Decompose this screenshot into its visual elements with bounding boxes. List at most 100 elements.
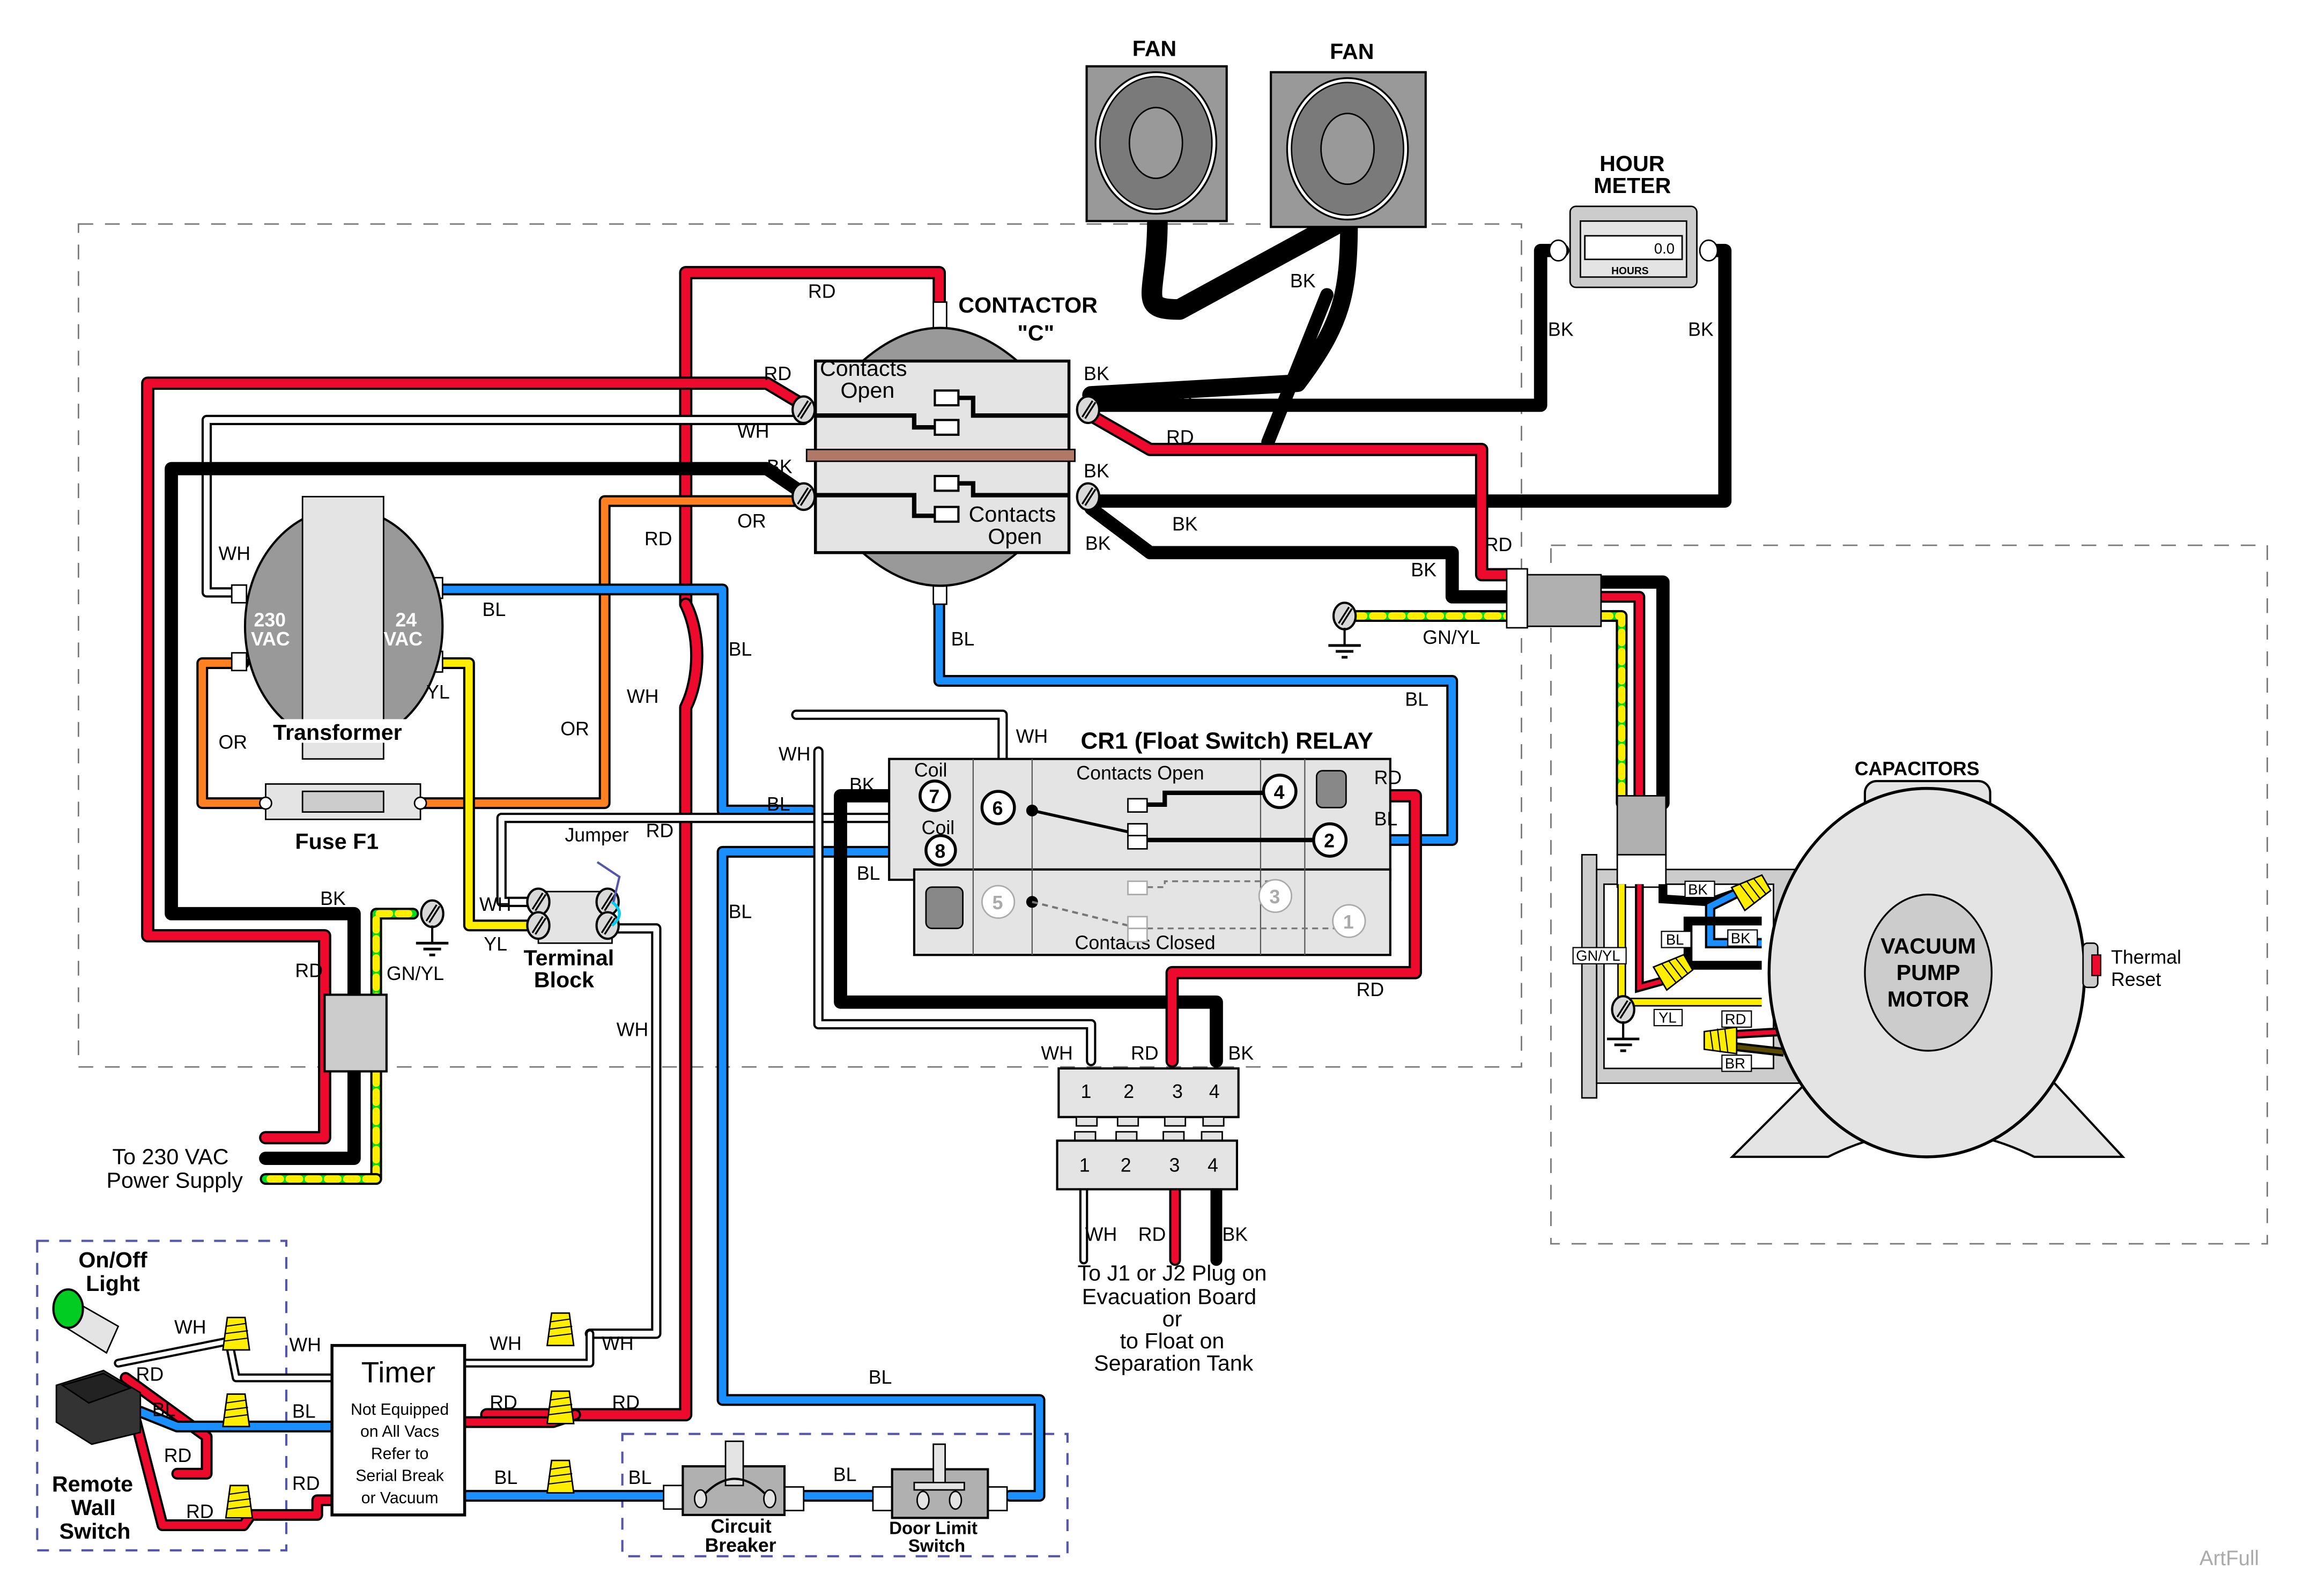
fan-1: FAN xyxy=(1085,36,1228,222)
svg-text:BK: BK xyxy=(1731,930,1751,946)
power-supply-label: To 230 VAC Power Supply xyxy=(107,1145,243,1193)
svg-text:Switch: Switch xyxy=(908,1536,965,1556)
svg-text:RD: RD xyxy=(295,960,323,981)
svg-text:BK: BK xyxy=(1172,514,1198,535)
transformer-secondary-2: VAC xyxy=(383,628,423,650)
svg-text:RD: RD xyxy=(1138,1224,1166,1245)
svg-text:RD: RD xyxy=(1485,534,1513,555)
svg-text:Remote: Remote xyxy=(52,1472,133,1496)
connector-top-pin-4: 4 xyxy=(1209,1081,1220,1102)
vacuum-pump-motor: VACUUM PUMP MOTOR CAPACITORS Thermal Res… xyxy=(1729,758,2181,1159)
svg-text:BL: BL xyxy=(729,901,752,923)
hour-meter-label-2: METER xyxy=(1594,173,1671,198)
svg-text:BL: BL xyxy=(483,599,506,620)
svg-text:Circuit: Circuit xyxy=(711,1516,772,1537)
svg-text:RD: RD xyxy=(1357,979,1384,1000)
relay-terminal-6: 6 xyxy=(980,790,1016,826)
svg-text:BK: BK xyxy=(1411,559,1436,581)
power-strain-relief xyxy=(323,993,388,1073)
motor-label-3: MOTOR xyxy=(1887,986,1969,1011)
wire-fan1-bk xyxy=(1142,211,1352,320)
motor-label-1: VACUUM xyxy=(1880,934,1976,959)
svg-text:BK: BK xyxy=(1548,319,1574,340)
svg-text:On/Off: On/Off xyxy=(78,1248,147,1272)
terminal-block: Jumper Terminal Block xyxy=(523,825,628,992)
svg-text:BL: BL xyxy=(1374,808,1398,829)
fan-1-label: FAN xyxy=(1132,36,1176,61)
svg-text:BL: BL xyxy=(767,793,790,815)
svg-text:WH: WH xyxy=(1041,1042,1073,1064)
svg-text:RD: RD xyxy=(1166,426,1194,448)
relay-cr1: CR1 (Float Switch) RELAY Coil Coil Conta… xyxy=(888,728,1391,956)
svg-text:OR: OR xyxy=(560,718,589,740)
hour-meter-unit: HOURS xyxy=(1611,265,1649,277)
svg-text:Serial Break: Serial Break xyxy=(356,1467,444,1485)
svg-text:Wall: Wall xyxy=(71,1495,116,1520)
svg-text:YL: YL xyxy=(426,681,450,703)
svg-text:2: 2 xyxy=(1324,830,1335,852)
svg-text:GN/YL: GN/YL xyxy=(387,963,444,984)
svg-text:WH: WH xyxy=(779,743,811,764)
svg-text:To J1 or J2 Plug on: To J1 or J2 Plug on xyxy=(1078,1261,1267,1286)
svg-text:WH: WH xyxy=(617,1019,649,1040)
fuse-label: Fuse F1 xyxy=(295,829,379,853)
wirenut-timer-bl xyxy=(546,1459,575,1494)
svg-text:RD: RD xyxy=(292,1473,320,1494)
hour-meter-label-1: HOUR xyxy=(1599,151,1664,176)
svg-text:8: 8 xyxy=(935,841,945,862)
svg-text:BL: BL xyxy=(152,1399,176,1421)
contactor-label-2: "C" xyxy=(1017,321,1054,345)
connector-bottom-pin-2: 2 xyxy=(1121,1154,1131,1176)
svg-text:RD: RD xyxy=(490,1392,517,1413)
motor-label-2: PUMP xyxy=(1897,960,1960,985)
transformer-secondary-1: 24 xyxy=(395,609,417,630)
svg-text:WH: WH xyxy=(1016,725,1048,747)
relay-contacts-open: Contacts Open xyxy=(1076,762,1204,784)
contactor-top-contacts-2: Open xyxy=(840,378,894,403)
terminal-block-label-2: Block xyxy=(534,968,594,992)
fan-2: FAN xyxy=(1270,39,1427,228)
connector-top-pin-1: 1 xyxy=(1081,1081,1092,1102)
svg-text:BK: BK xyxy=(1084,363,1109,384)
svg-text:Breaker: Breaker xyxy=(705,1535,776,1556)
contactor-label-1: CONTACTOR xyxy=(958,293,1098,317)
ground-contactor xyxy=(1328,603,1360,657)
svg-text:to Float on: to Float on xyxy=(1120,1328,1225,1353)
svg-text:BK: BK xyxy=(1085,532,1111,554)
fuse-f1: Fuse F1 xyxy=(259,783,427,853)
relay-title: CR1 (Float Switch) RELAY xyxy=(1081,728,1374,754)
svg-text:RD: RD xyxy=(764,363,792,384)
svg-text:BL: BL xyxy=(292,1400,316,1422)
svg-text:YL: YL xyxy=(484,933,507,955)
svg-text:WH: WH xyxy=(479,894,512,915)
wire-bk-motor xyxy=(1084,501,1526,604)
svg-text:BK: BK xyxy=(849,774,875,796)
wirenut-motor-rd xyxy=(1703,1026,1738,1055)
svg-text:BL: BL xyxy=(951,628,975,650)
terminal-block-label-1: Terminal xyxy=(523,945,614,970)
svg-text:BL: BL xyxy=(833,1464,857,1486)
svg-text:RD: RD xyxy=(646,820,674,841)
relay-coil-top: Coil xyxy=(914,760,947,781)
svg-text:BR: BR xyxy=(1725,1055,1745,1072)
svg-text:WH: WH xyxy=(602,1333,634,1354)
relay-terminal-5: 5 xyxy=(981,885,1016,919)
svg-text:RD: RD xyxy=(808,280,836,302)
timer: Timer Not Equipped on All Vacs Refer to … xyxy=(330,1343,466,1517)
svg-text:BL: BL xyxy=(494,1467,518,1488)
svg-text:or: or xyxy=(1162,1307,1182,1331)
svg-text:WH: WH xyxy=(218,543,250,565)
contactor: CONTACTOR "C" Contacts Open Contacts Ope… xyxy=(793,293,1099,605)
connector-top-pin-3: 3 xyxy=(1172,1081,1183,1102)
svg-text:BK: BK xyxy=(1222,1224,1248,1245)
wirenut-timer-rd xyxy=(546,1390,575,1424)
connector-bottom: 1 2 3 4 xyxy=(1056,1131,1238,1191)
svg-text:Light: Light xyxy=(86,1271,140,1296)
svg-text:Switch: Switch xyxy=(60,1519,131,1543)
svg-text:RD: RD xyxy=(612,1392,640,1413)
wiring-diagram: FAN FAN HOUR METER 0.0 HOURS CONTACTOR "… xyxy=(36,36,2268,1570)
svg-text:BK: BK xyxy=(320,888,346,909)
fan-2-label: FAN xyxy=(1330,39,1374,64)
svg-text:BK: BK xyxy=(1228,1042,1254,1064)
relay-terminal-4: 4 xyxy=(1262,774,1298,810)
